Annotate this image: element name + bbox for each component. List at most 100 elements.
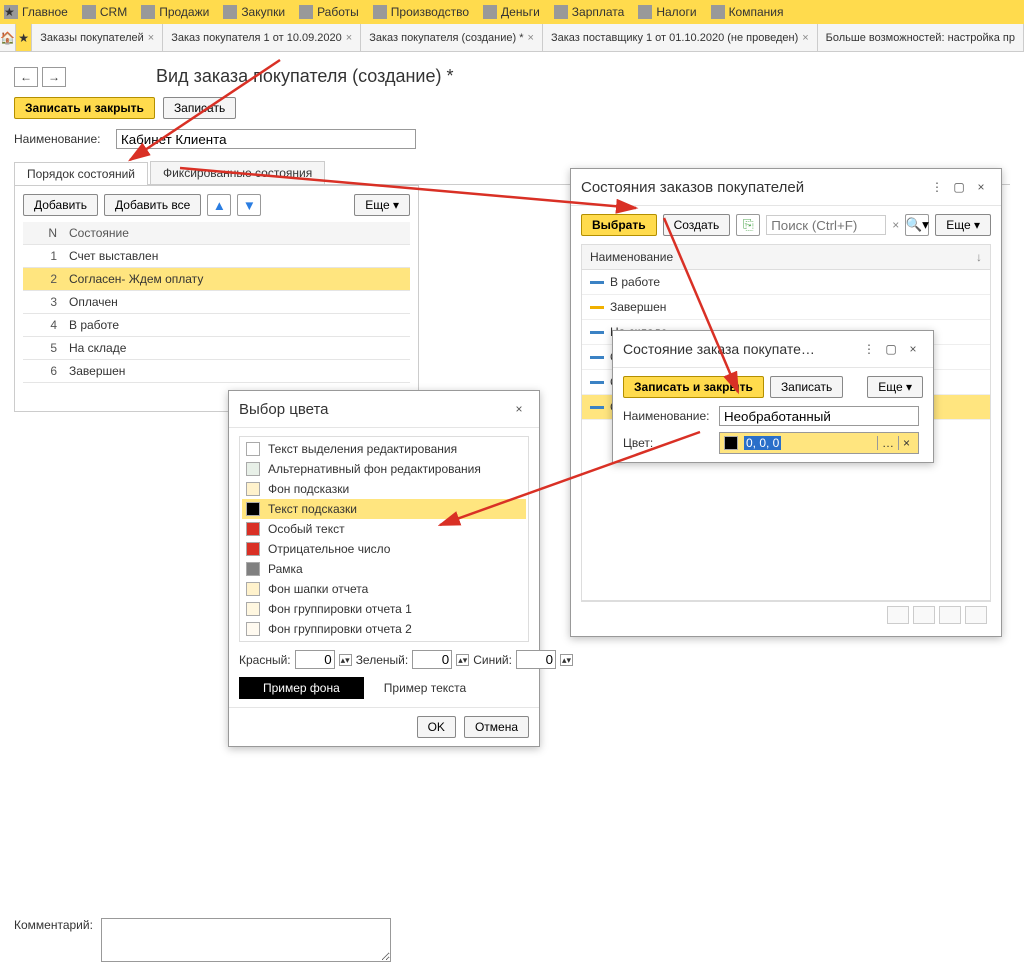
status-color-icon <box>590 281 604 284</box>
close-button[interactable]: × <box>971 177 991 197</box>
move-up-button[interactable]: ▲ <box>207 194 231 216</box>
comment-label: Комментарий: <box>14 918 93 962</box>
color-option[interactable]: Фон группировки отчета 1 <box>242 599 526 619</box>
close-icon[interactable]: × <box>148 32 154 44</box>
nav-next-button[interactable] <box>939 606 961 624</box>
menu-company[interactable]: Компания <box>711 5 784 19</box>
swatch-icon <box>246 562 260 576</box>
color-option[interactable]: Фон подсказки <box>242 479 526 499</box>
sort-icon[interactable]: ↓ <box>976 250 982 264</box>
create-button[interactable]: Создать <box>663 214 731 236</box>
nav-forward-button[interactable]: → <box>42 67 66 87</box>
tab-supplier-order[interactable]: Заказ поставщику 1 от 01.10.2020 (не про… <box>543 24 818 51</box>
state-name-input[interactable] <box>719 406 919 426</box>
color-option[interactable]: Альтернативный фон редактирования <box>242 459 526 479</box>
save-button[interactable]: Записать <box>163 97 236 119</box>
favorite-tab[interactable]: ★ <box>16 24 32 51</box>
spinner[interactable]: ▴▾ <box>560 654 573 666</box>
name-input[interactable] <box>116 129 416 149</box>
nav-first-button[interactable] <box>887 606 909 624</box>
color-option[interactable]: Фон группировки отчета 2 <box>242 619 526 639</box>
close-icon[interactable]: × <box>346 32 352 44</box>
table-row[interactable]: 4В работе <box>23 314 410 337</box>
table-row[interactable]: 6Завершен <box>23 360 410 383</box>
close-button[interactable]: × <box>903 339 923 359</box>
blue-input[interactable] <box>516 650 556 669</box>
menu-crm[interactable]: CRM <box>82 5 127 19</box>
status-color-icon <box>590 381 604 384</box>
tab-more-options[interactable]: Больше возможностей: настройка пр <box>818 24 1024 51</box>
menu-main[interactable]: ★Главное <box>4 5 68 19</box>
nav-last-button[interactable] <box>965 606 987 624</box>
status-row[interactable]: Завершен <box>582 295 990 320</box>
maximize-button[interactable]: ▢ <box>881 339 901 359</box>
color-option[interactable]: Рамка <box>242 559 526 579</box>
cancel-button[interactable]: Отмена <box>464 716 529 738</box>
green-input[interactable] <box>412 650 452 669</box>
status-color-icon <box>590 331 604 334</box>
spinner[interactable]: ▴▾ <box>456 654 469 666</box>
tab-orders[interactable]: Заказы покупателей× <box>32 24 163 51</box>
close-button[interactable]: × <box>509 399 529 419</box>
tab-order-create[interactable]: Заказ покупателя (создание) *× <box>361 24 543 51</box>
table-row[interactable]: 3Оплачен <box>23 291 410 314</box>
color-option[interactable]: Особый текст <box>242 519 526 539</box>
clear-button[interactable]: × <box>898 436 914 450</box>
color-option[interactable]: Отрицательное число <box>242 539 526 559</box>
sample-text: Пример текста <box>384 681 466 695</box>
spinner[interactable]: ▴▾ <box>339 654 352 666</box>
menu-money[interactable]: Деньги <box>483 5 540 19</box>
color-option[interactable]: Текст подсказки <box>242 499 526 519</box>
chevron-down-icon: ▾ <box>906 380 912 394</box>
subtab-fixed-states[interactable]: Фиксированные состояния <box>150 161 325 184</box>
menu-salary[interactable]: Зарплата <box>554 5 625 19</box>
menu-production[interactable]: Производство <box>373 5 469 19</box>
more-button[interactable]: Еще ▾ <box>354 194 410 216</box>
ok-button[interactable]: OK <box>417 716 456 738</box>
save-and-close-button[interactable]: Записать и закрыть <box>14 97 155 119</box>
red-input[interactable] <box>295 650 335 669</box>
swatch-icon <box>246 582 260 596</box>
more-button[interactable]: Еще ▾ <box>935 214 991 236</box>
ellipsis-button[interactable]: … <box>877 436 898 450</box>
add-all-button[interactable]: Добавить все <box>104 194 201 216</box>
clear-search-button[interactable]: × <box>892 218 899 232</box>
comment-textarea[interactable] <box>101 918 391 962</box>
save-and-close-button[interactable]: Записать и закрыть <box>623 376 764 398</box>
home-tab[interactable]: 🏠 <box>0 24 16 51</box>
nav-back-button[interactable]: ← <box>14 67 38 87</box>
color-field[interactable]: 0, 0, 0 … × <box>719 432 919 454</box>
options-button[interactable]: ⋮ <box>859 339 879 359</box>
star-icon: ★ <box>4 5 18 19</box>
color-option[interactable]: Фон шапки отчета <box>242 579 526 599</box>
select-button[interactable]: Выбрать <box>581 214 657 236</box>
copy-button[interactable]: ⎘ <box>736 214 760 236</box>
add-button[interactable]: Добавить <box>23 194 98 216</box>
menu-works[interactable]: Работы <box>299 5 359 19</box>
more-button[interactable]: Еще ▾ <box>867 376 923 398</box>
options-button[interactable]: ⋮ <box>927 177 947 197</box>
subtab-states-order[interactable]: Порядок состояний <box>14 162 148 185</box>
status-row[interactable]: В работе <box>582 270 990 295</box>
top-menu: ★Главное CRM Продажи Закупки Работы Прои… <box>0 0 1024 24</box>
tab-order-1[interactable]: Заказ покупателя 1 от 10.09.2020× <box>163 24 361 51</box>
table-row[interactable]: 2Согласен- Ждем оплату <box>23 268 410 291</box>
arrow-down-icon: ▼ <box>243 198 256 213</box>
search-input[interactable] <box>766 215 886 235</box>
nav-prev-button[interactable] <box>913 606 935 624</box>
menu-taxes[interactable]: Налоги <box>638 5 696 19</box>
color-option[interactable]: Текст выделения редактирования <box>242 439 526 459</box>
move-down-button[interactable]: ▼ <box>237 194 261 216</box>
maximize-button[interactable]: ▢ <box>949 177 969 197</box>
close-icon[interactable]: × <box>802 32 808 44</box>
menu-sales[interactable]: Продажи <box>141 5 209 19</box>
color-list[interactable]: Текст выделения редактирования Альтернат… <box>239 436 529 642</box>
close-icon[interactable]: × <box>528 32 534 44</box>
color-picker-popup: Выбор цвета × Текст выделения редактиров… <box>228 390 540 747</box>
menu-purchases[interactable]: Закупки <box>223 5 285 19</box>
table-row[interactable]: 1Счет выставлен <box>23 245 410 268</box>
search-button[interactable]: 🔍▾ <box>905 214 929 236</box>
save-button[interactable]: Записать <box>770 376 843 398</box>
green-label: Зеленый: <box>356 653 409 667</box>
table-row[interactable]: 5На складе <box>23 337 410 360</box>
